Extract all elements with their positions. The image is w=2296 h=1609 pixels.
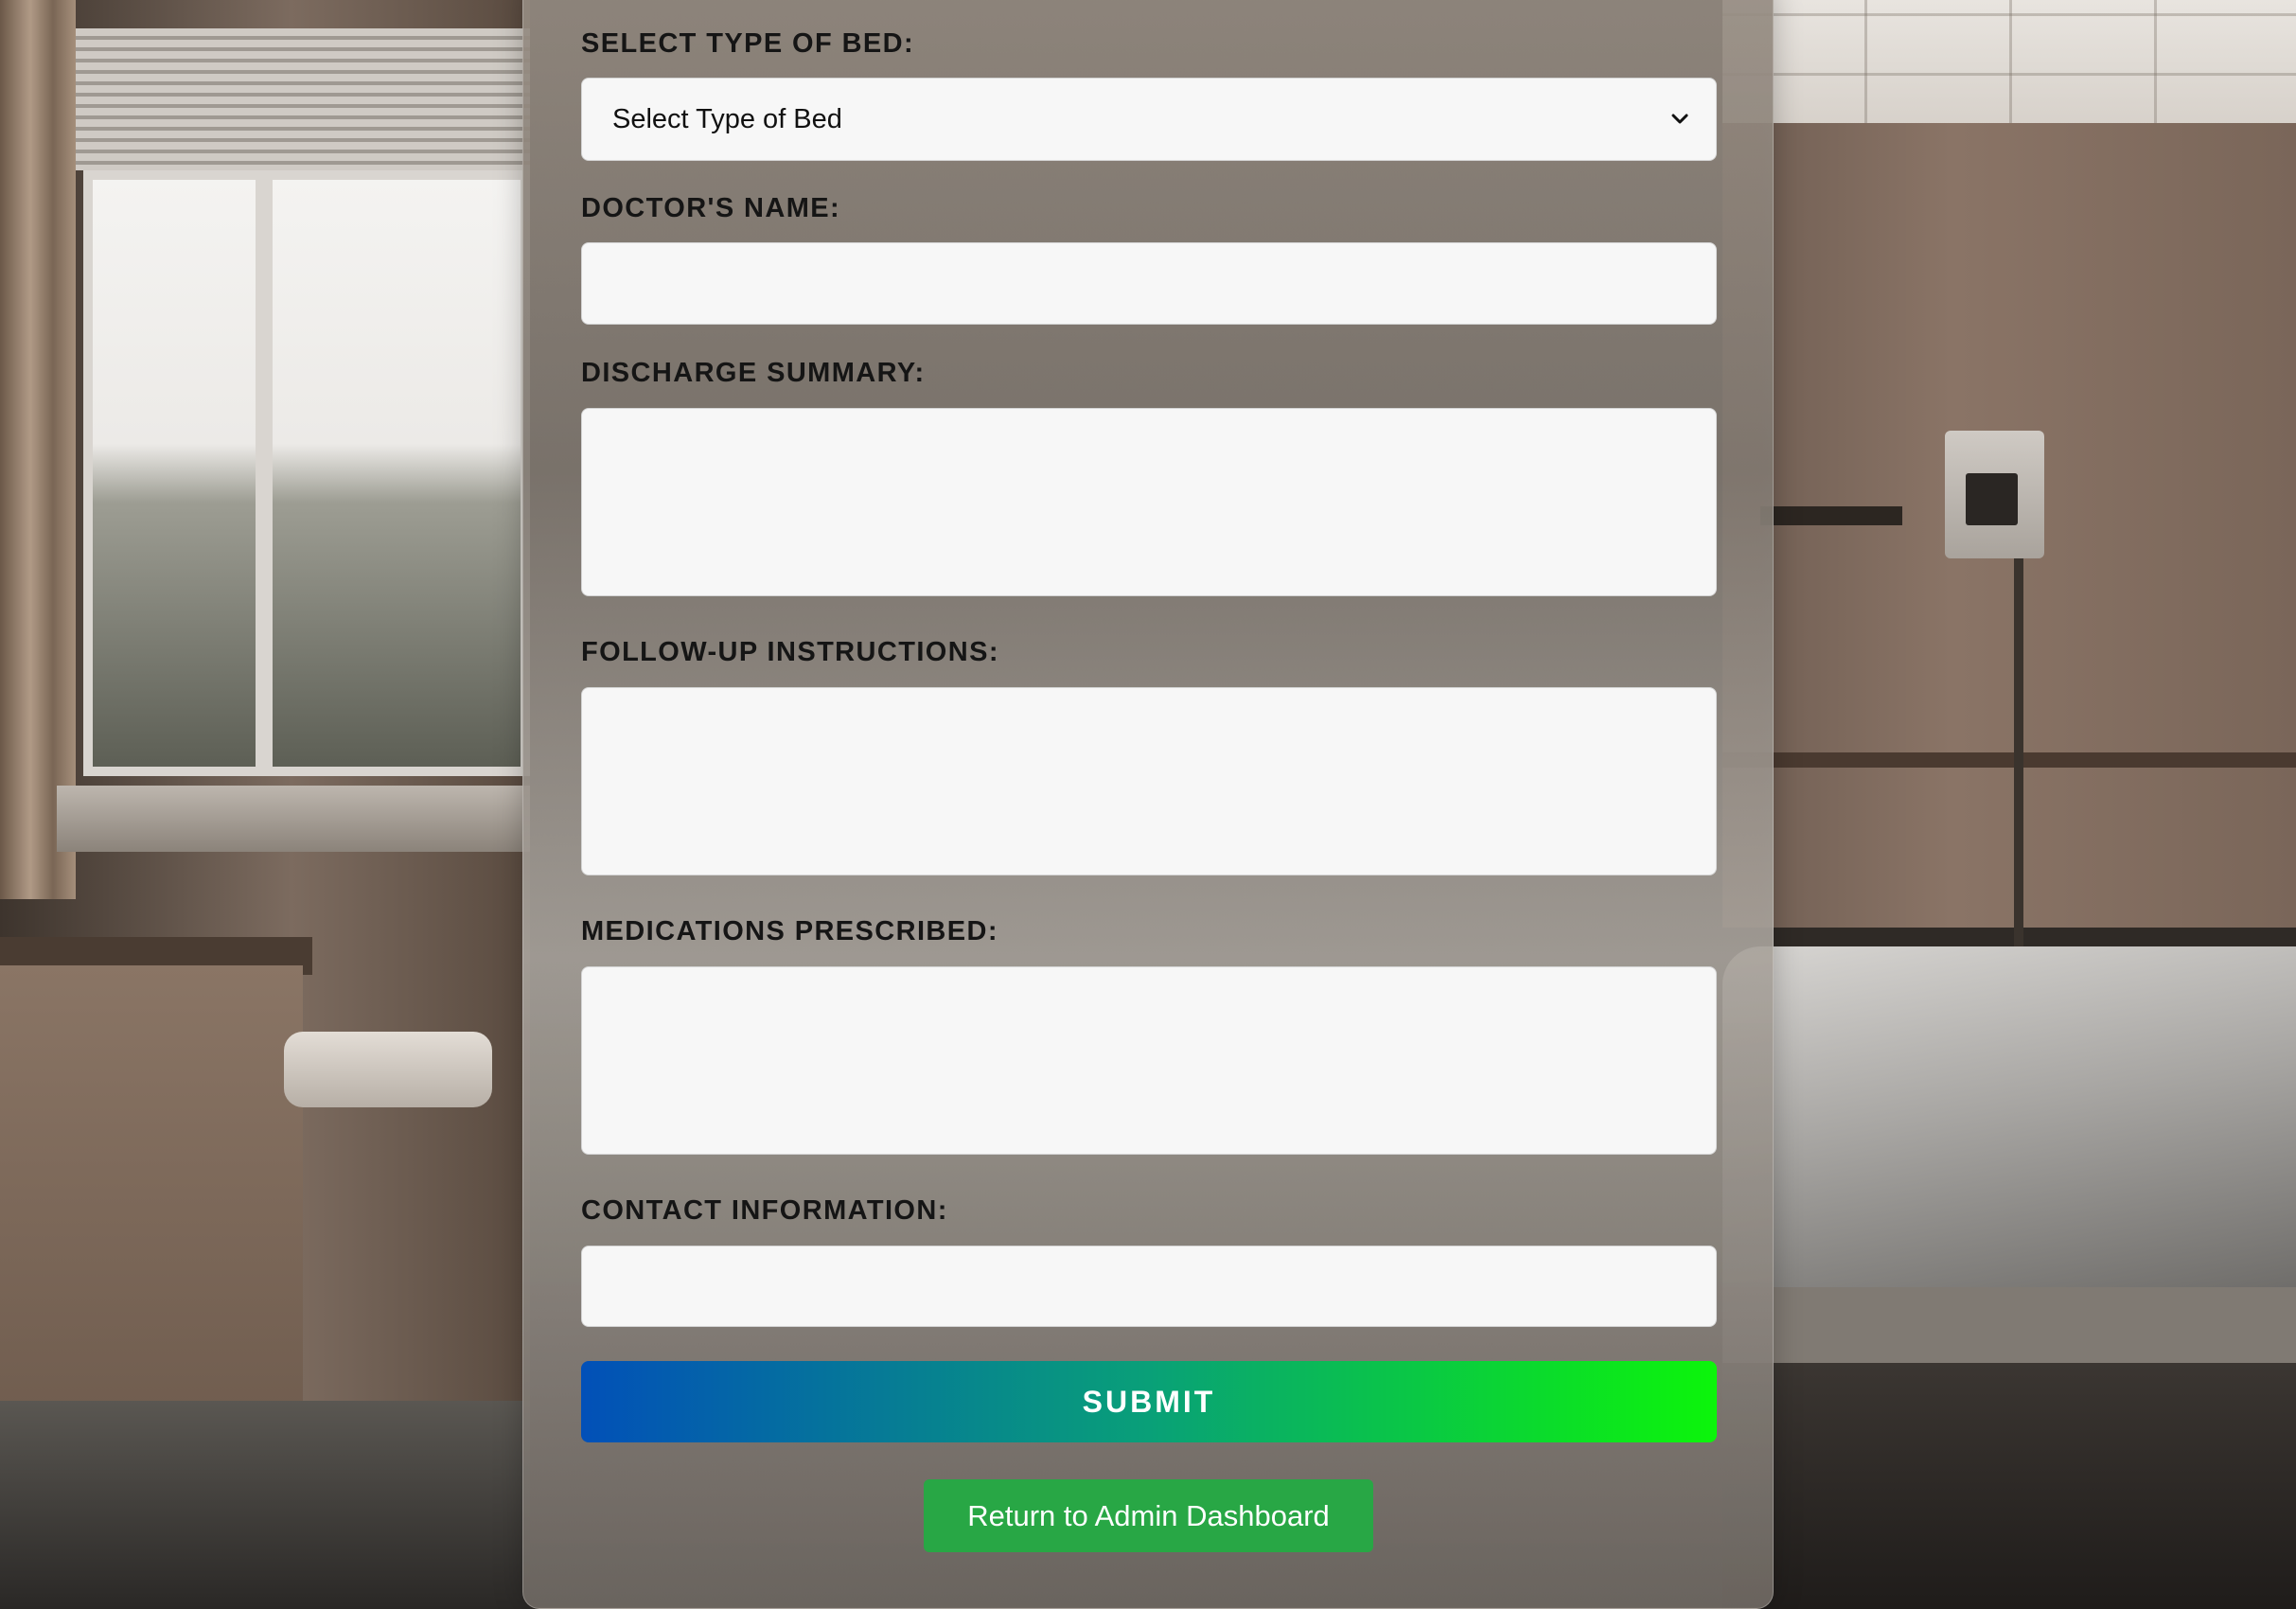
- wall-rail: [1722, 752, 2296, 768]
- bedside-cabinet: [0, 965, 303, 1458]
- ceiling-grid: [1722, 0, 2296, 133]
- submit-button[interactable]: SUBMIT: [581, 1361, 1717, 1442]
- chevron-down-icon: [1671, 114, 1688, 124]
- medical-monitor: [1945, 431, 2044, 558]
- discharge-summary-label: DISCHARGE SUMMARY:: [581, 358, 926, 388]
- contact-information-label: CONTACT INFORMATION:: [581, 1195, 948, 1226]
- floor-right: [1722, 1363, 2296, 1609]
- medications-prescribed-label: MEDICATIONS PRESCRIBED:: [581, 916, 998, 946]
- curtain: [0, 0, 76, 899]
- bed-base: [1722, 1287, 2296, 1363]
- floor-left: [0, 1401, 530, 1609]
- follow-up-instructions-textarea[interactable]: [581, 687, 1717, 875]
- window-sill: [57, 786, 530, 852]
- iv-pole: [2014, 558, 2023, 956]
- window: [83, 170, 530, 776]
- medications-prescribed-textarea[interactable]: [581, 966, 1717, 1155]
- bed-type-select[interactable]: Select Type of Bed: [581, 78, 1717, 161]
- bed-type-selected-value: Select Type of Bed: [612, 104, 842, 134]
- wall-light: [1760, 506, 1902, 525]
- follow-up-instructions-label: FOLLOW-UP INSTRUCTIONS:: [581, 637, 999, 667]
- bed-type-label: SELECT TYPE OF BED:: [581, 28, 915, 59]
- discharge-summary-textarea[interactable]: [581, 408, 1717, 596]
- doctor-name-input[interactable]: [581, 242, 1717, 325]
- window-blind: [76, 28, 530, 170]
- return-to-admin-dashboard-button[interactable]: Return to Admin Dashboard: [924, 1479, 1373, 1552]
- doctor-name-label: DOCTOR'S NAME:: [581, 193, 841, 223]
- hospital-bed: [1722, 946, 2296, 1306]
- window-mullion: [256, 170, 273, 776]
- chair: [284, 1032, 492, 1107]
- contact-information-input[interactable]: [581, 1246, 1717, 1327]
